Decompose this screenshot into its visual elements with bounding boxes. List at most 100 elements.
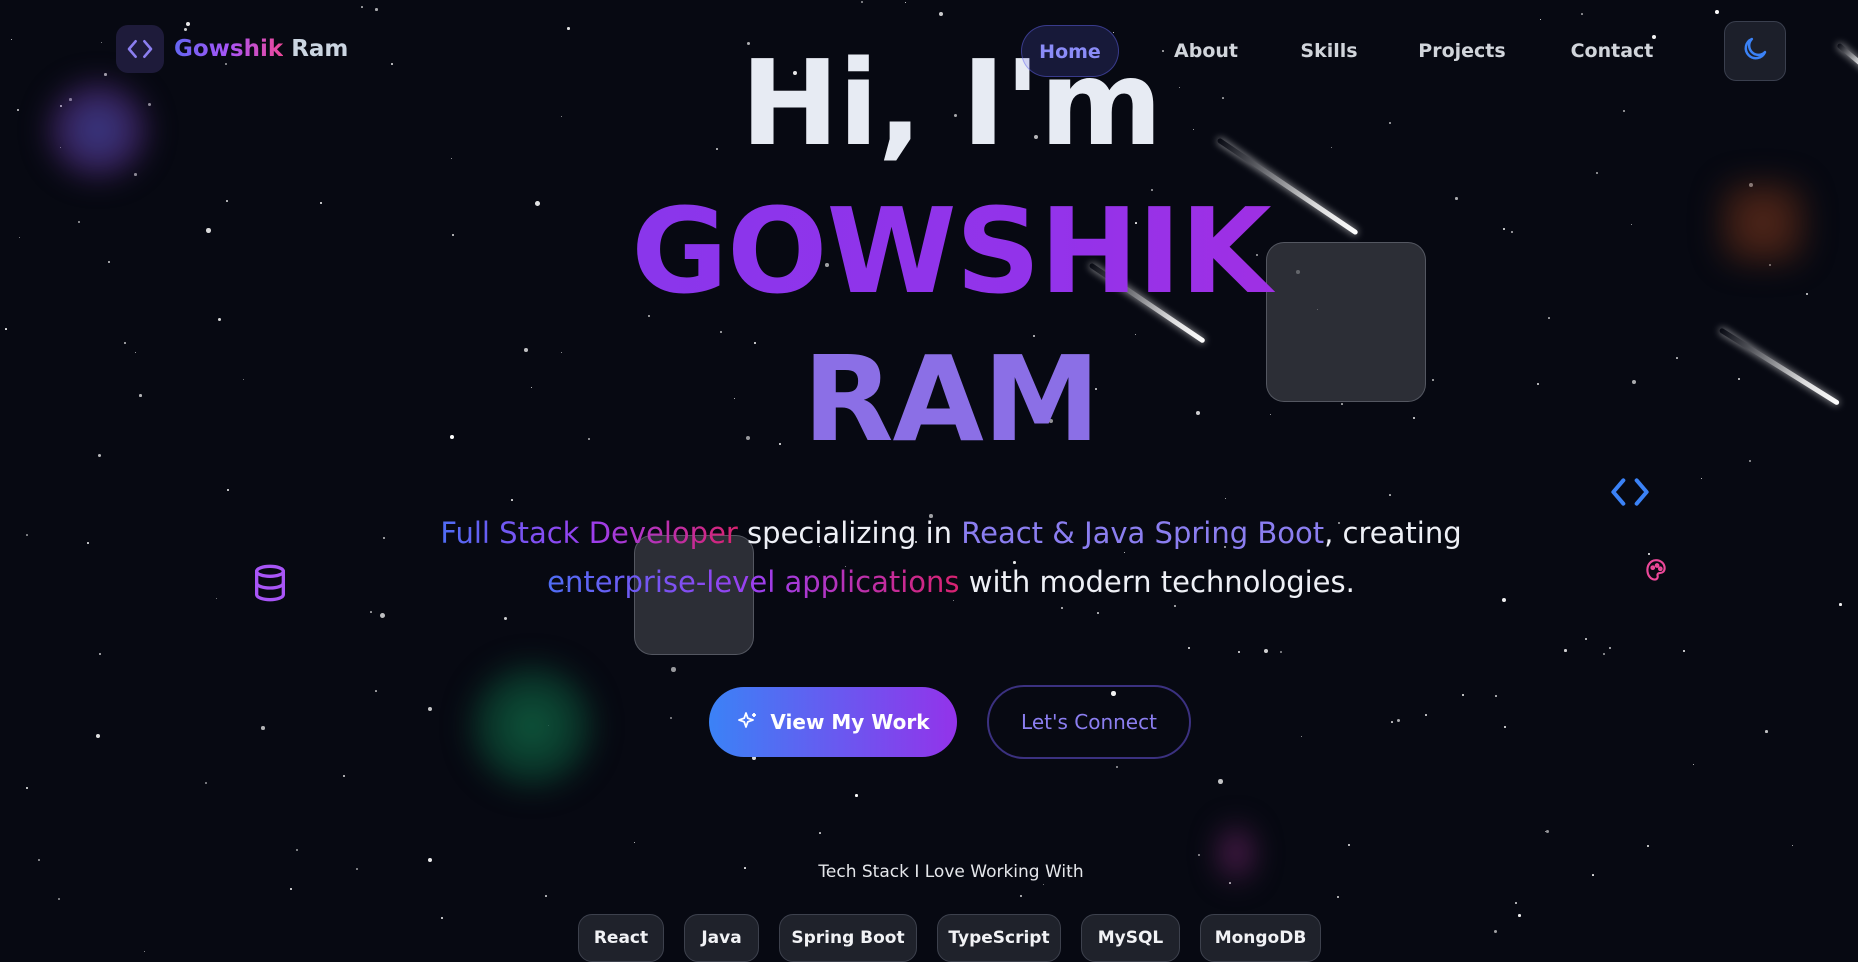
- brand-last-name: Ram: [291, 36, 349, 62]
- star: [1683, 650, 1686, 653]
- tagline-stack: React & Java Spring Boot: [961, 516, 1325, 550]
- star: [671, 667, 676, 672]
- star: [504, 617, 508, 621]
- tech-chip-spring-boot: Spring Boot: [779, 914, 917, 962]
- star: [1337, 896, 1340, 899]
- star: [441, 917, 444, 920]
- tagline-role: Full Stack Developer: [440, 516, 738, 550]
- star: [1494, 930, 1498, 934]
- star: [1596, 172, 1599, 175]
- star: [375, 690, 377, 692]
- star: [1701, 478, 1703, 480]
- star: [1564, 649, 1567, 652]
- star: [1225, 498, 1227, 500]
- star: [670, 717, 673, 720]
- tagline-highlight: enterprise-level applications: [547, 565, 960, 599]
- tech-chip-react: React: [578, 914, 664, 962]
- star: [1425, 714, 1427, 716]
- tagline-text: , creating: [1324, 516, 1462, 550]
- star: [216, 598, 218, 600]
- star: [1839, 603, 1842, 606]
- star: [1397, 719, 1401, 723]
- star: [1389, 494, 1391, 496]
- star: [144, 951, 146, 953]
- star: [1020, 895, 1022, 897]
- nav-item-about[interactable]: About: [1159, 25, 1253, 77]
- database-icon: [250, 562, 290, 608]
- star: [1462, 694, 1465, 697]
- nav-item-contact[interactable]: Contact: [1559, 25, 1665, 77]
- star: [99, 653, 102, 656]
- hero-tagline: Full Stack Developer specializing in Rea…: [300, 509, 1602, 607]
- star: [361, 6, 363, 8]
- palette-icon: [1645, 558, 1667, 590]
- star: [1765, 730, 1768, 733]
- star: [1061, 607, 1063, 609]
- star: [1609, 647, 1612, 650]
- star: [634, 842, 636, 844]
- star: [261, 726, 265, 730]
- star: [1518, 914, 1521, 917]
- star: [96, 734, 101, 739]
- hero-name-first: GOWSHIK: [0, 182, 1858, 320]
- tagline-text: specializing in: [737, 516, 962, 550]
- star: [134, 173, 137, 176]
- lets-connect-button[interactable]: Let's Connect: [987, 685, 1191, 759]
- star: [1391, 721, 1393, 723]
- nav-item-projects[interactable]: Projects: [1405, 25, 1519, 77]
- star: [1348, 844, 1350, 846]
- brand-logo[interactable]: Gowshik Ram: [116, 25, 348, 73]
- star: [1495, 695, 1497, 697]
- star: [1693, 764, 1695, 766]
- star: [1603, 653, 1605, 655]
- star: [1715, 10, 1720, 15]
- star: [87, 542, 89, 544]
- star: [375, 8, 378, 11]
- star: [290, 888, 292, 890]
- star: [1504, 726, 1507, 729]
- star: [1097, 612, 1099, 614]
- tagline-text: with modern technologies.: [959, 565, 1355, 599]
- brand-name: Gowshik Ram: [174, 36, 348, 62]
- star: [296, 849, 299, 852]
- tech-chip-typescript: TypeScript: [937, 914, 1061, 962]
- tech-stack-title: Tech Stack I Love Working With: [818, 862, 1084, 882]
- tech-chip-mysql: MySQL: [1081, 914, 1180, 962]
- star: [1301, 736, 1303, 738]
- star: [1540, 19, 1542, 21]
- theme-toggle-button[interactable]: [1724, 21, 1786, 81]
- star: [428, 707, 433, 712]
- star: [511, 499, 513, 501]
- view-my-work-label: View My Work: [770, 710, 930, 734]
- star: [380, 613, 385, 618]
- nav-item-home[interactable]: Home: [1021, 25, 1119, 77]
- nav-item-skills[interactable]: Skills: [1293, 25, 1365, 77]
- star: [1043, 884, 1045, 886]
- brand-first-name: Gowshik: [174, 36, 284, 62]
- hero-name-last: RAM: [802, 330, 1101, 468]
- star: [1546, 830, 1549, 833]
- main-nav: Home About Skills Projects Contact: [1021, 25, 1665, 77]
- star: [1581, 13, 1583, 15]
- tech-chip-java: Java: [684, 914, 759, 962]
- star: [1647, 845, 1650, 848]
- star: [1792, 845, 1794, 847]
- star: [861, 1, 864, 4]
- star: [567, 27, 570, 30]
- star: [905, 2, 907, 4]
- star: [1198, 854, 1200, 856]
- star: [1218, 779, 1223, 784]
- star: [26, 534, 28, 536]
- moon-icon: [1740, 34, 1770, 68]
- star: [1264, 649, 1269, 654]
- star: [939, 12, 943, 16]
- star: [1188, 647, 1191, 650]
- star: [1238, 651, 1241, 654]
- glow-blob-green: [470, 664, 594, 788]
- code-icon: [116, 25, 164, 73]
- code-icon: [1610, 475, 1650, 513]
- view-my-work-button[interactable]: View My Work: [709, 687, 957, 757]
- star: [545, 895, 547, 897]
- star: [227, 489, 230, 492]
- star: [855, 794, 858, 797]
